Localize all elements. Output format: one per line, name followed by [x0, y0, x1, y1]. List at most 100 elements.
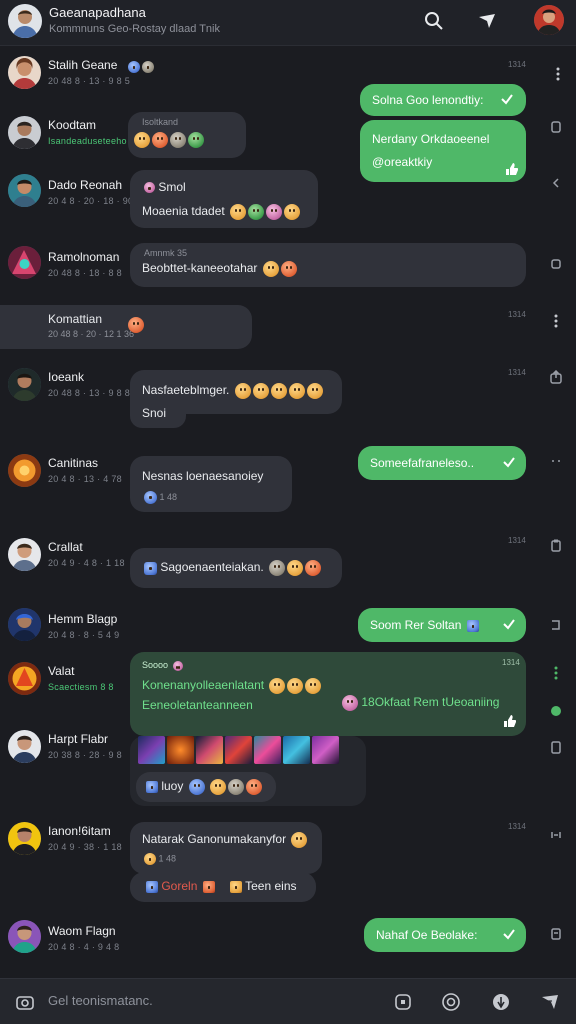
contact-name: Stalih Geane: [48, 58, 118, 72]
timestamp: 1314: [508, 536, 526, 545]
message-text: Nahaf Oe Beolake:: [376, 928, 478, 942]
contact-meta: 20 48 8 · 13 · 9 8 5: [48, 76, 131, 86]
contact-name: Hemm Blagp: [48, 612, 118, 626]
incoming-message[interactable]: Sagoenaenteiakan.: [130, 548, 342, 588]
chevron-left-icon[interactable]: [547, 174, 565, 192]
clipboard-icon[interactable]: [547, 924, 565, 942]
reaction-bar[interactable]: luoy: [136, 772, 276, 802]
message-text: Natarak Ganonumakanyfor: [142, 832, 308, 848]
avatar[interactable]: [8, 920, 41, 953]
reply-icon[interactable]: [547, 616, 565, 634]
avatar[interactable]: [8, 116, 41, 149]
incoming-message[interactable]: Nesnas loenaesanoiey 1 48: [130, 456, 292, 512]
emoji-icon[interactable]: [438, 989, 464, 1015]
message-text: Eeneoletanteanneen: [142, 698, 253, 712]
incoming-message[interactable]: Soooo Konenanyolleaenlatant Eeneoletante…: [130, 652, 526, 736]
read-check-icon: [503, 457, 515, 468]
message-text: Beobttet-kaneeotahar: [142, 261, 297, 277]
contact-name: Crallat: [48, 540, 83, 554]
contact-meta: 20 4 9 · 4 8 · 1 18: [48, 558, 125, 568]
clipboard-icon[interactable]: [547, 536, 565, 554]
incoming-message[interactable]: Natarak Ganonumakanyfor 1 48: [130, 822, 322, 874]
expand-icon[interactable]: [547, 826, 565, 844]
avatar[interactable]: [8, 662, 41, 695]
read-check-icon: [503, 619, 515, 630]
more-vert-icon[interactable]: [549, 65, 567, 83]
avatar[interactable]: [8, 174, 41, 207]
message-sender: Isoltkand: [142, 117, 179, 127]
more-vert-green-icon[interactable]: [547, 664, 565, 682]
avatar[interactable]: [8, 822, 41, 855]
outgoing-message[interactable]: Someefafraneleso..: [358, 446, 526, 480]
contact-meta: 20 38 8 · 28 · 9 8: [48, 750, 122, 760]
collapse-icon[interactable]: [547, 452, 565, 470]
incoming-message[interactable]: Goreln Teen eins: [130, 872, 316, 902]
message-sender: Amnmk 35: [144, 248, 188, 258]
timestamp: 1314: [508, 60, 526, 69]
outgoing-message[interactable]: Solna Goo lenondtiy:: [360, 84, 526, 116]
incoming-message[interactable]: Amnmk 35 Beobttet-kaneeotahar: [130, 243, 526, 287]
message-text: Soom Rer Soltan: [370, 618, 479, 632]
group-avatar[interactable]: [8, 4, 42, 38]
contact-meta: Scaectiesm 8 8: [48, 682, 114, 692]
contact-name: Valat: [48, 664, 75, 678]
contact-name: Dado Reonah: [48, 178, 123, 192]
sticker-icon[interactable]: [390, 989, 416, 1015]
copy-icon[interactable]: [547, 738, 565, 756]
media-thumbnails[interactable]: [138, 736, 339, 764]
outgoing-message[interactable]: Soom Rer Soltan: [358, 608, 526, 642]
media-message[interactable]: luoy: [130, 736, 366, 806]
send-arrow-icon[interactable]: [474, 8, 500, 34]
bookmark-icon[interactable]: [547, 118, 565, 136]
online-dot-icon: [547, 702, 565, 720]
message-text: Goreln: [144, 879, 215, 893]
outgoing-message[interactable]: Nahaf Oe Beolake:: [364, 918, 526, 952]
message-composer: Gel teonismatanc.: [0, 978, 576, 1024]
search-icon[interactable]: [421, 8, 447, 34]
attach-icon[interactable]: [488, 989, 514, 1015]
message-text: Teen eins: [228, 879, 297, 893]
read-check-icon: [501, 94, 513, 105]
message-input[interactable]: Gel teonismatanc.: [48, 993, 153, 1008]
incoming-message[interactable]: Komattian 20 48 8 · 20 · 12 1 36: [0, 305, 252, 349]
contact-meta: 20 48 8 · 13 · 9 8 8: [48, 388, 131, 398]
contact-name: Canitinas: [48, 456, 99, 470]
message-text: Nesnas loenaesanoiey: [142, 469, 264, 483]
send-icon[interactable]: [537, 989, 563, 1015]
message-text: 18Okfaat Rem tUeoaniing: [340, 695, 499, 711]
avatar[interactable]: [8, 246, 41, 279]
timestamp: 1314: [508, 368, 526, 377]
read-check-icon: [503, 929, 515, 940]
timestamp: 1314: [508, 310, 526, 319]
contact-meta: 20 4 9 · 38 · 1 18: [48, 842, 122, 852]
contact-name: Ramolnoman: [48, 250, 120, 264]
message-meta: 1 48: [142, 491, 177, 504]
camera-icon[interactable]: [12, 989, 38, 1015]
more-vert-icon[interactable]: [547, 312, 565, 330]
contact-meta: 20 48 8 · 18 · 8 8: [48, 268, 122, 278]
contact-name: Ianon!6itam: [48, 824, 111, 838]
timestamp: 1314: [508, 822, 526, 831]
contact-meta: 20 4 8 · 13 · 4 78: [48, 474, 122, 484]
contact-name: Waom Flagn: [48, 924, 116, 938]
incoming-message[interactable]: Smol Moaenia tdadet: [130, 170, 318, 228]
avatar[interactable]: [8, 454, 41, 487]
message-text: Nerdany Orkdaoeenel: [372, 132, 490, 146]
emoji-row: [132, 132, 204, 148]
avatar[interactable]: [8, 56, 41, 89]
incoming-message[interactable]: Isoltkand: [128, 112, 246, 158]
avatar[interactable]: [8, 608, 41, 641]
message-text: Someefafraneleso..: [370, 456, 475, 470]
profile-avatar[interactable]: [534, 5, 564, 35]
contact-meta: 20 4 8 · 20 · 18 · 90: [48, 196, 134, 206]
contact-name: Ioeank: [48, 370, 85, 384]
contact-name: Koodtam: [48, 118, 97, 132]
avatar[interactable]: [8, 368, 41, 401]
message-sender: Soooo: [142, 660, 183, 671]
avatar[interactable]: [8, 730, 41, 763]
message-meta: 1 48: [142, 853, 176, 865]
message-text: luoy: [144, 779, 263, 795]
square-icon[interactable]: [547, 255, 565, 273]
avatar[interactable]: [8, 538, 41, 571]
share-icon[interactable]: [547, 368, 565, 386]
